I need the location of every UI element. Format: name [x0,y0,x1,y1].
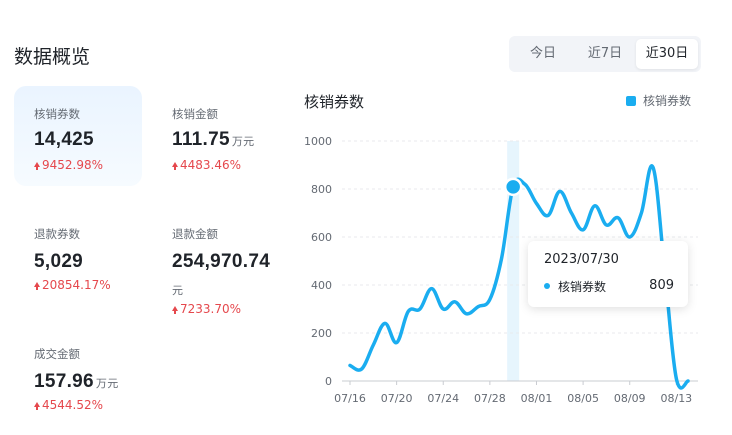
tooltip-value: 809 [649,278,674,293]
x-tick-label: 08/01 [521,392,553,405]
chart-tooltip: 2023/07/30 核销券数 809 [528,241,688,307]
y-tick-label: 400 [311,279,332,292]
tooltip-series-dot-icon [544,283,550,289]
x-tick-label: 07/28 [474,392,506,405]
tooltip-date: 2023/07/30 [544,252,619,267]
y-tick-label: 0 [325,375,332,388]
x-tick-label: 07/20 [381,392,413,405]
hover-band [507,141,520,381]
y-tick-label: 200 [311,327,332,340]
x-tick-label: 08/05 [567,392,599,405]
y-tick-label: 600 [311,231,332,244]
line-chart[interactable]: 0 200 400 600 800 1000 07/16 07/20 07/24 07/28 08/… [0,0,732,435]
x-tick-label: 07/16 [334,392,366,405]
y-tick-label: 1000 [304,135,332,148]
data-point [503,177,523,197]
y-tick-label: 800 [311,183,332,196]
x-tick-label: 08/13 [660,392,692,405]
x-tick-label: 08/09 [614,392,646,405]
x-tick-label: 07/24 [427,392,459,405]
tooltip-series-name: 核销券数 [558,280,607,294]
